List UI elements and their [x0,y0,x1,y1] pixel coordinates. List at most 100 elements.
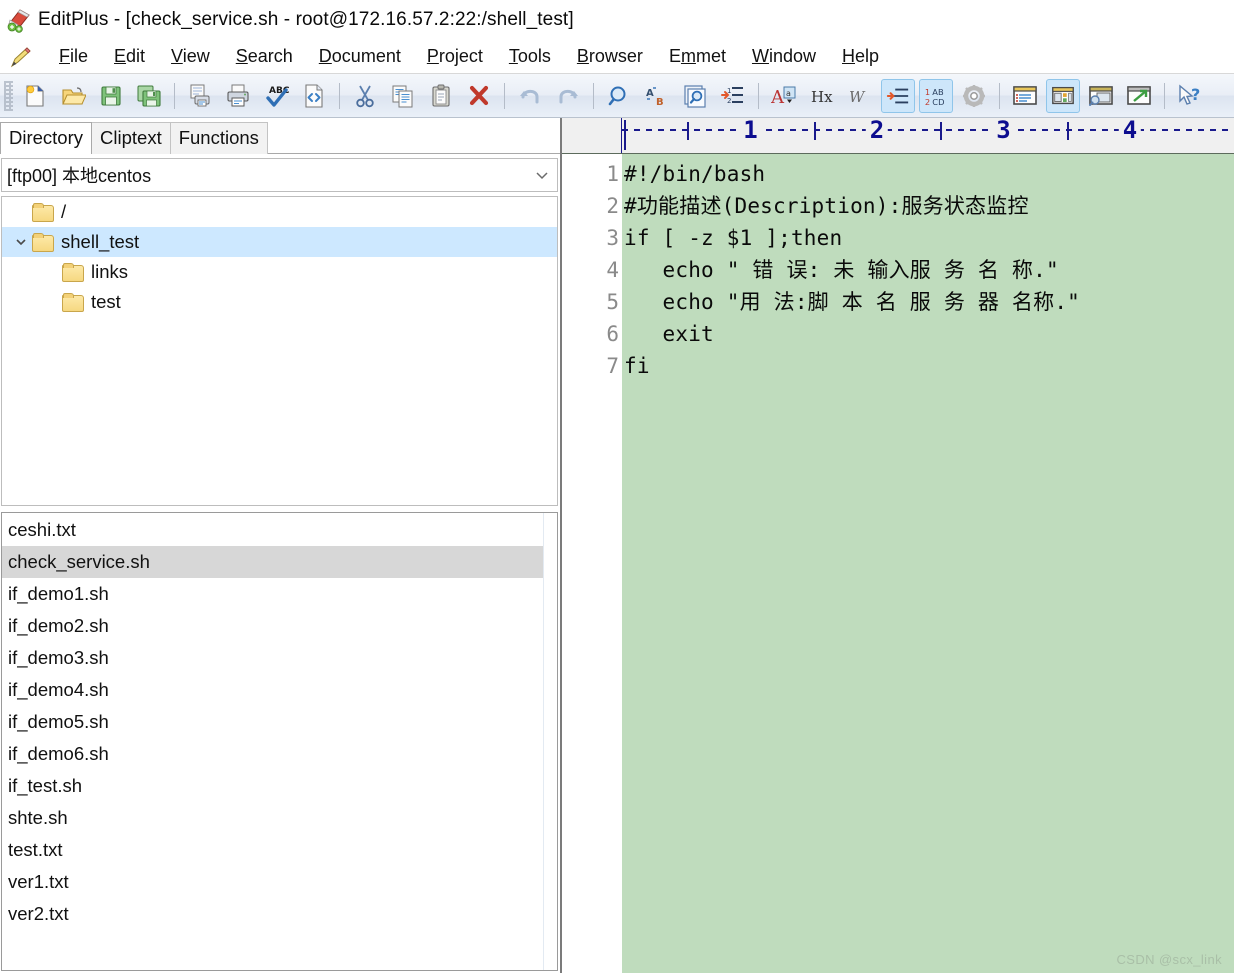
copy-icon[interactable] [386,79,420,113]
tab-directory[interactable]: Directory [0,122,93,154]
menu-emmet[interactable]: Emmet [656,44,739,69]
code-line[interactable]: fi [624,350,1234,382]
print-icon[interactable] [221,79,255,113]
svg-text:A: A [771,87,785,108]
list-item[interactable]: if_test.sh [2,770,543,802]
code-line[interactable]: echo " 错 误: 未 输入服 务 名 称." [624,254,1234,286]
redo-icon[interactable] [551,79,585,113]
menu-view[interactable]: View [158,44,223,69]
list-item[interactable]: if_demo6.sh [2,738,543,770]
goto-line-icon[interactable]: 1 2 [716,79,750,113]
print-preview-icon[interactable] [183,79,217,113]
file-name: check_service.sh [8,551,150,572]
watermark: CSDN @scx_link [1116,952,1222,967]
word-wrap-icon[interactable]: W [843,79,877,113]
list-item[interactable]: if_demo5.sh [2,706,543,738]
ruler-origin-tick [624,120,626,150]
undo-icon[interactable] [513,79,547,113]
line-number: 7 [606,354,619,378]
code-line[interactable]: #!/bin/bash [624,158,1234,190]
tree-item-shell_test[interactable]: shell_test [2,227,557,257]
tree-item-[interactable]: / [2,197,557,227]
ruler-dashed-line [622,129,1234,131]
ruler-tick [940,122,943,140]
tree-item-test[interactable]: test [2,287,557,317]
view-in-browser-icon[interactable] [297,79,331,113]
chevron-down-icon[interactable] [10,231,32,253]
cut-icon[interactable] [348,79,382,113]
directory-window-icon[interactable] [1046,78,1080,113]
ftp-account-combo[interactable]: [ftp00] 本地centos [1,158,558,192]
font-icon[interactable]: A a [767,79,801,113]
code-line[interactable]: echo "用 法:脚 本 名 服 务 器 名称." [624,286,1234,318]
ruler-number: 4 [1118,118,1142,145]
help-pointer-icon[interactable]: ? [1173,79,1207,113]
list-item[interactable]: if_demo2.sh [2,610,543,642]
code-line[interactable]: if [ -z $1 ];then [624,222,1234,254]
list-item[interactable]: check_service.sh [2,546,543,578]
file-list-scrollbar[interactable] [543,513,557,970]
directory-tree[interactable]: / shell_testlinks test [1,196,558,506]
line-number: 2 [606,194,619,218]
file-name: if_demo2.sh [8,615,109,636]
ruler-number: 1 [739,118,762,145]
column-mode-icon[interactable]: 1 2 AB CD [919,78,953,113]
list-item[interactable]: test.txt [2,834,543,866]
toolbar-separator [339,82,340,109]
svg-text:Hx: Hx [811,88,833,106]
code-line[interactable]: exit [624,318,1234,350]
tab-functions[interactable]: Functions [169,122,268,154]
document-selector-icon[interactable] [1008,79,1042,113]
menu-tools[interactable]: Tools [496,44,564,69]
list-item[interactable]: ver1.txt [2,866,543,898]
menu-search[interactable]: Search [223,44,306,69]
menu-project[interactable]: Project [414,44,496,69]
list-item[interactable]: if_demo4.sh [2,674,543,706]
folder-icon [32,203,54,222]
preferences-icon[interactable] [957,79,991,113]
ruler-tick [687,122,690,140]
ruler-gutter [562,118,622,153]
code-text[interactable]: #!/bin/bash #功能描述(Description):服务状态监控 if [… [622,154,1234,973]
svg-text:2: 2 [727,97,731,105]
file-name: if_demo4.sh [8,679,109,700]
file-name: shte.sh [8,807,68,828]
tab-cliptext[interactable]: Cliptext [91,122,171,154]
menu-window[interactable]: Window [739,44,829,69]
replace-icon[interactable]: A B [640,79,674,113]
menu-browser[interactable]: Browser [564,44,656,69]
list-item[interactable]: ceshi.txt [2,514,543,546]
save-all-icon[interactable] [132,79,166,113]
find-icon[interactable] [602,79,636,113]
code-editor[interactable]: 1 2 3 4 5 6 7 #!/bin/bash #功能描述(Description):服务… [562,154,1234,973]
list-item[interactable]: ver2.txt [2,898,543,930]
ftp-upload-icon[interactable] [1122,79,1156,113]
tree-item-label: links [91,261,129,282]
file-list[interactable]: ceshi.txt check_service.sh if_demo1.sh if_d… [1,512,558,971]
list-item[interactable]: if_demo3.sh [2,642,543,674]
find-in-files-icon[interactable] [678,79,712,113]
hex-viewer-icon[interactable]: Hx [805,79,839,113]
menu-edit[interactable]: Edit [101,44,158,69]
toolbar-separator [174,82,175,109]
toolbar-separator [1164,82,1165,109]
menu-file[interactable]: File [46,44,101,69]
list-item[interactable]: shte.sh [2,802,543,834]
delete-icon[interactable] [462,79,496,113]
indent-icon[interactable] [881,78,915,113]
save-file-icon[interactable] [94,79,128,113]
paste-icon[interactable] [424,79,458,113]
toolbar-grip[interactable] [4,80,13,111]
open-file-icon[interactable] [56,79,90,113]
chevron-down-icon[interactable] [531,164,553,186]
output-window-icon[interactable] [1084,79,1118,113]
tree-item-links[interactable]: links [2,257,557,287]
new-file-icon[interactable] [18,79,52,113]
menu-document[interactable]: Document [306,44,414,69]
toolbar-separator [593,82,594,109]
code-line[interactable]: #功能描述(Description):服务状态监控 [624,190,1234,222]
spell-check-icon[interactable]: ABC [259,79,293,113]
list-item[interactable]: if_demo1.sh [2,578,543,610]
menu-help[interactable]: Help [829,44,892,69]
